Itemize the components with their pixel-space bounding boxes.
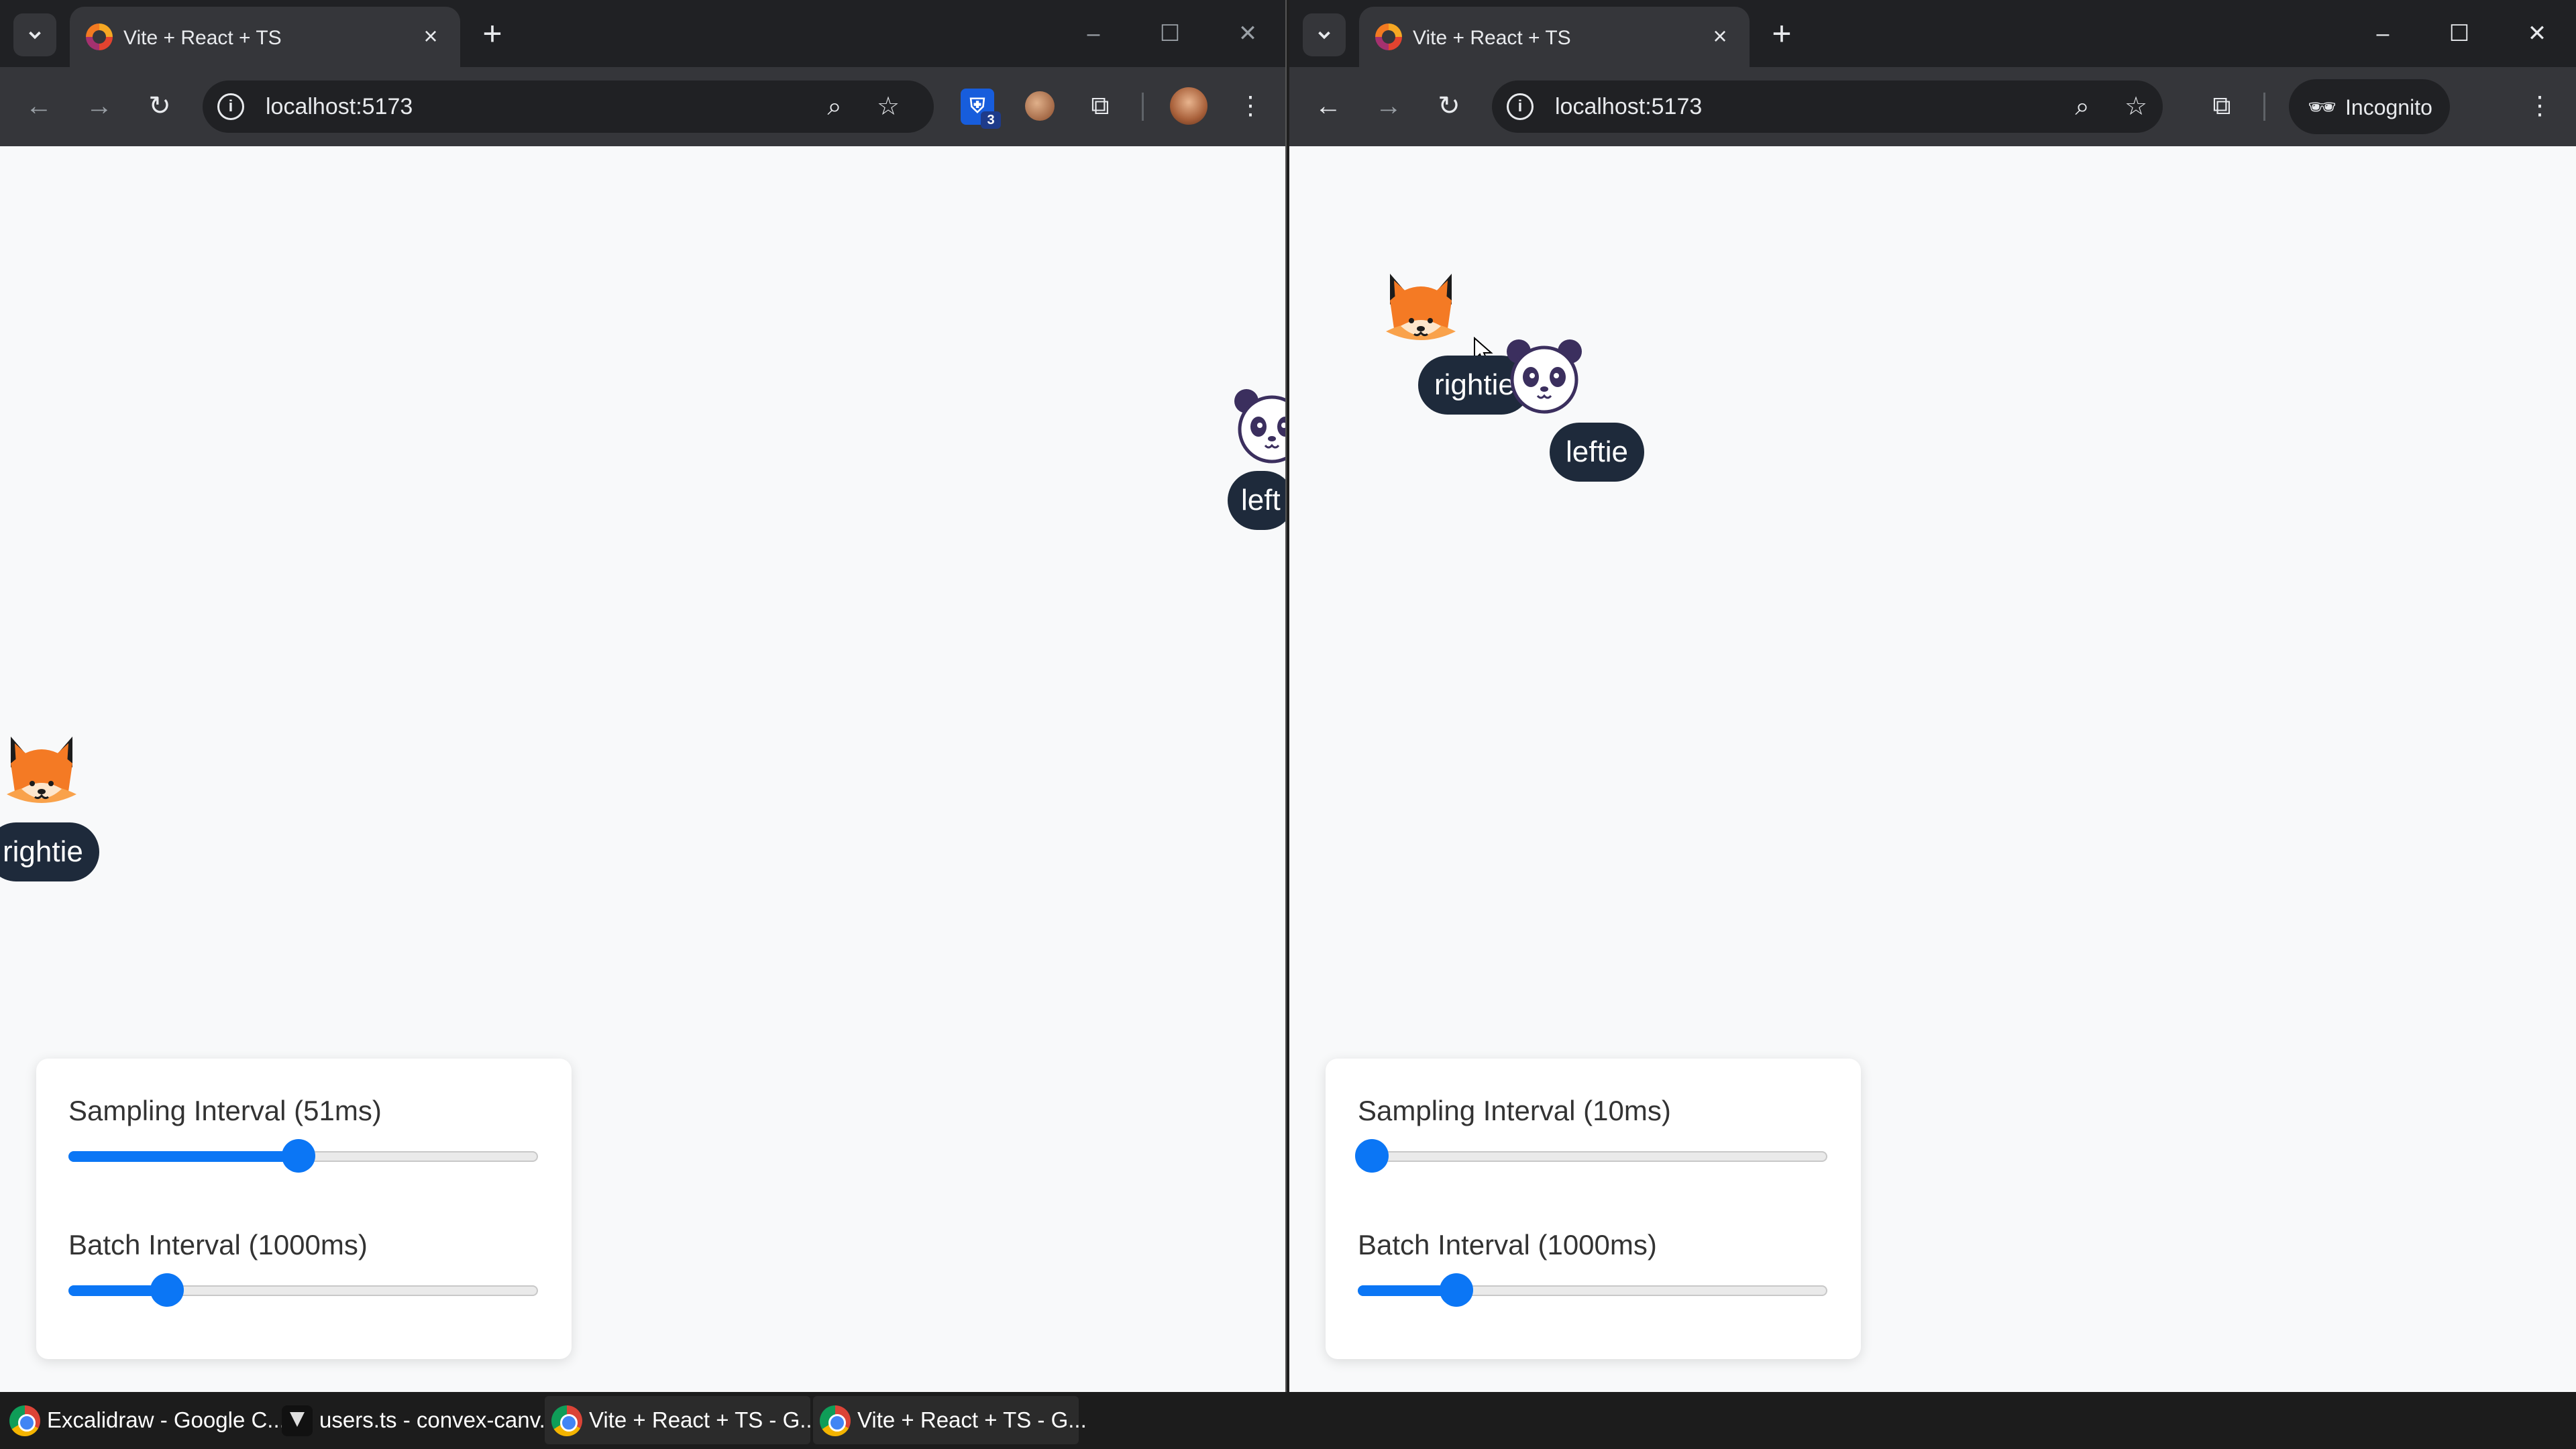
url-text: localhost:5173 [266,94,413,119]
new-tab-button[interactable]: + [474,15,511,52]
controls-panel: Sampling Interval (51ms) Batch Interval … [36,1059,572,1359]
forward-arrow-icon[interactable]: → [79,86,119,126]
taskbar-item-vite-2[interactable]: Vite + React + TS - G... [813,1396,1087,1444]
back-arrow-icon[interactable]: ← [1308,86,1348,126]
incognito-label: Incognito [2345,95,2432,119]
taskbar-item-label: Vite + React + TS - G... [589,1407,818,1432]
zoom-icon[interactable]: ⌕ [820,92,849,121]
taskbar-item-editor[interactable]: users.ts - convex-canv... [275,1396,557,1444]
bitwarden-extension-icon[interactable]: ⛨ 3 [961,89,1001,129]
puzzle-icon[interactable]: ⧉ [2202,86,2242,126]
close-tab-icon[interactable]: × [417,23,444,50]
minimize-button[interactable]: – [1073,15,1114,52]
chrome-icon [9,1405,40,1436]
batch-interval-label: Batch Interval (1000ms) [1358,1229,1657,1260]
taskbar-item-label: Excalidraw - Google C... [47,1407,286,1432]
user-name-pill: left [1228,471,1285,530]
desktop: Vite + React + TS × + – ☐ ✕ ← → ↻ i loca… [0,0,2576,1449]
back-arrow-icon[interactable]: ← [19,86,59,126]
reload-icon[interactable]: ↻ [1429,86,1469,126]
canvas-area[interactable]: left rightie Sampling Interval (51ms) Ba… [0,146,1285,1392]
sampling-interval-label: Sampling Interval (10ms) [1358,1095,1671,1126]
canvas-area[interactable]: rightie leftie Sampling Interval (10ms) … [1289,146,2576,1392]
chevron-down-icon[interactable] [1303,13,1346,56]
address-bar[interactable]: i localhost:5173 ⌕ ☆ [203,80,934,133]
slider-thumb[interactable] [1355,1139,1389,1173]
address-bar[interactable]: i localhost:5173 ⌕ ☆ [1492,80,2163,133]
star-icon[interactable]: ☆ [2121,92,2151,121]
taskbar-item-label: users.ts - convex-canv... [319,1407,558,1432]
slider-thumb[interactable] [1440,1273,1473,1307]
maximize-button[interactable]: ☐ [1150,15,1190,52]
taskbar-item-excalidraw[interactable]: Excalidraw - Google C... [3,1396,286,1444]
tab-title: Vite + React + TS [123,27,282,49]
favicon-icon [1375,23,1402,50]
maximize-button[interactable]: ☐ [2439,15,2479,52]
slider-thumb[interactable] [150,1273,184,1307]
toolbar-divider [2263,93,2265,121]
new-tab-button[interactable]: + [1763,15,1801,52]
site-info-icon[interactable]: i [1507,93,1534,120]
toolbar: ← → ↻ i localhost:5173 ⌕ ☆ ⧉ 🕶 Incognito… [1289,67,2576,146]
user-name-pill: rightie [0,822,99,881]
cursor-editor-icon [282,1405,313,1436]
close-window-button[interactable]: ✕ [2517,15,2557,52]
star-icon[interactable]: ☆ [873,92,903,121]
incognito-icon: 🕶 [2308,95,2337,120]
taskbar: Excalidraw - Google C... users.ts - conv… [0,1392,2576,1449]
controls-panel: Sampling Interval (10ms) Batch Interval … [1326,1059,1861,1359]
panda-avatar-icon [1234,389,1285,464]
tab-vite[interactable]: Vite + React + TS × [1359,7,1750,67]
favicon-icon [86,23,113,50]
url-text: localhost:5173 [1555,94,1703,119]
slider-thumb[interactable] [282,1139,315,1173]
batch-interval-label: Batch Interval (1000ms) [68,1229,368,1260]
panda-avatar-icon [1507,339,1582,414]
user-name-pill: leftie [1550,423,1644,482]
kebab-menu-icon[interactable]: ⋮ [1230,86,1271,126]
sampling-interval-slider[interactable] [1355,1139,1827,1173]
tab-vite[interactable]: Vite + React + TS × [70,7,460,67]
sampling-interval-slider[interactable] [68,1139,538,1173]
chrome-icon [820,1405,851,1436]
toolbar-divider [1142,93,1144,121]
toolbar: ← → ↻ i localhost:5173 ⌕ ☆ ⛨ 3 ⧉ ⋮ [0,67,1285,146]
kebab-menu-icon[interactable]: ⋮ [2520,86,2560,126]
extension-icon[interactable] [1025,91,1055,121]
forward-arrow-icon[interactable]: → [1368,86,1409,126]
batch-interval-slider[interactable] [68,1273,538,1307]
fox-avatar-icon [1386,274,1456,340]
minimize-button[interactable]: – [2363,15,2403,52]
incognito-indicator[interactable]: 🕶 Incognito [2289,79,2450,134]
profile-avatar[interactable] [1170,87,1208,125]
site-info-icon[interactable]: i [217,93,244,120]
zoom-icon[interactable]: ⌕ [2068,92,2097,121]
batch-interval-slider[interactable] [1358,1273,1827,1307]
fox-avatar-icon [7,737,76,803]
taskbar-item-label: Vite + React + TS - G... [857,1407,1087,1432]
browser-window-right: Vite + React + TS × + – ☐ ✕ ← → ↻ i loca… [1289,0,2576,1392]
puzzle-icon[interactable]: ⧉ [1080,86,1120,126]
tab-title: Vite + React + TS [1413,27,1571,49]
close-window-button[interactable]: ✕ [1228,15,1268,52]
tab-strip: Vite + React + TS × + – ☐ ✕ [0,0,1285,67]
browser-window-left: Vite + React + TS × + – ☐ ✕ ← → ↻ i loca… [0,0,1287,1392]
close-tab-icon[interactable]: × [1707,23,1733,50]
chrome-icon [551,1405,582,1436]
sampling-interval-label: Sampling Interval (51ms) [68,1095,382,1126]
extension-badge: 3 [981,111,1001,129]
taskbar-item-vite-1[interactable]: Vite + React + TS - G... [545,1396,818,1444]
reload-icon[interactable]: ↻ [140,86,180,126]
tab-strip: Vite + React + TS × + – ☐ ✕ [1289,0,2576,67]
chevron-down-icon[interactable] [13,13,56,56]
